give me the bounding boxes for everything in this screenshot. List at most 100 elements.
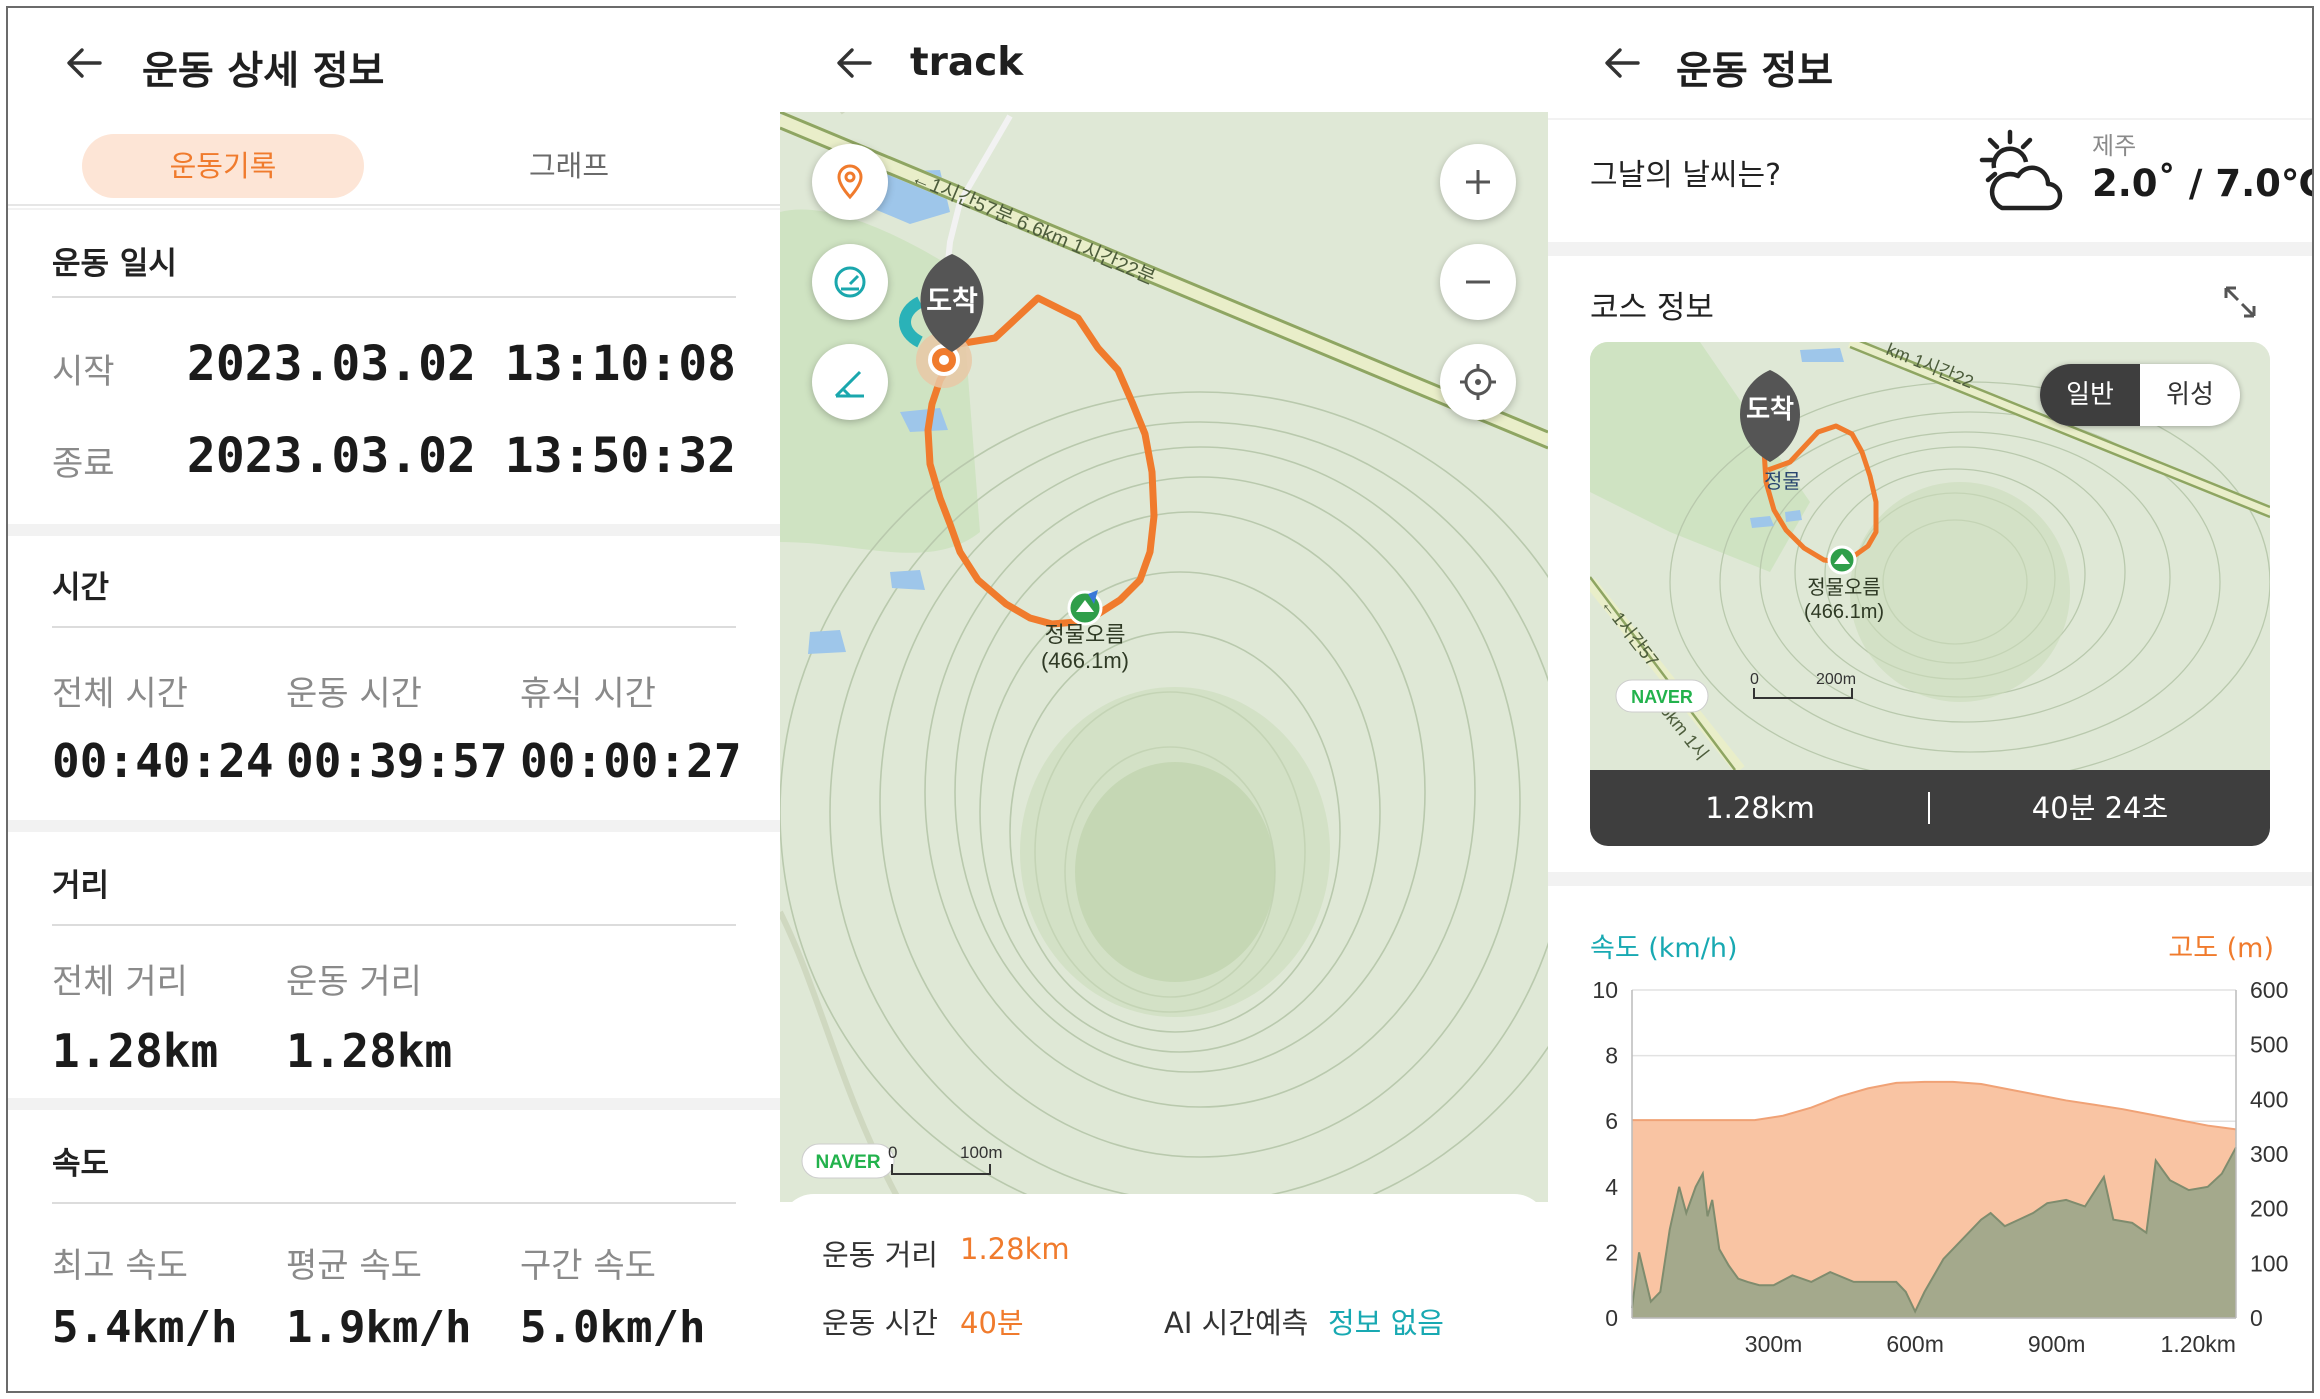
course-map[interactable]: km 1시간22 ←1시간57 6.6km 1시 정물오름 (466.1m) 정…	[1590, 342, 2270, 770]
time-label: 운동 시간	[822, 1306, 938, 1340]
end-label: 종료	[52, 444, 115, 484]
track-map-panel: track ←1시간57분 6.6km 1시간22분 정물오름 (466.1m)…	[780, 8, 1548, 1391]
course-duration: 40분 24초	[2031, 791, 2169, 825]
weather-location: 제주	[2092, 132, 2137, 160]
avg-speed-value: 1.9km/h	[286, 1302, 472, 1353]
crosshair-icon	[1460, 364, 1496, 400]
moving-distance-value: 1.28km	[286, 1024, 453, 1078]
max-speed-label: 최고 속도	[52, 1246, 188, 1286]
naver-logo: NAVER	[815, 1152, 880, 1173]
right-header: 운동 정보	[1548, 8, 2312, 118]
ai-prediction-label: AI 시간예측	[1164, 1306, 1309, 1340]
time-value: 40분	[960, 1306, 1024, 1340]
section-title: 코스 정보	[1590, 290, 1714, 326]
section-title: 시간	[52, 570, 110, 606]
distance-label: 운동 거리	[822, 1238, 938, 1272]
scale-label: 200m	[1816, 671, 1856, 688]
map-type-toggle: 일반 위성	[2040, 364, 2240, 426]
datetime-card: 운동 일시 시작 2023.03.02 13:10:08 종료 2023.03.…	[8, 210, 780, 524]
scale-label: 100m	[960, 1143, 1003, 1162]
course-summary-bar: 1.28km 40분 24초	[1590, 770, 2270, 846]
naver-logo: NAVER	[1631, 687, 1693, 707]
moving-time-value: 00:39:57	[286, 734, 508, 788]
zoom-out-button[interactable]	[1440, 244, 1516, 320]
tab-bar: 운동기록 그래프	[8, 128, 780, 208]
speed-tick-label: 4	[1605, 1174, 1618, 1200]
divider	[52, 296, 736, 298]
distance-tick-label: 300m	[1745, 1331, 1803, 1357]
rest-time-label: 휴식 시간	[520, 674, 656, 714]
expand-icon[interactable]	[2218, 280, 2262, 324]
my-location-button[interactable]	[1440, 344, 1516, 420]
distance-tick-label: 600m	[1886, 1331, 1944, 1357]
course-distance: 1.28km	[1705, 791, 1815, 825]
tab-graph[interactable]: 그래프	[438, 134, 700, 198]
section-title: 속도	[52, 1146, 110, 1182]
spring-label: 정물	[1764, 470, 1801, 493]
elevation-tick-label: 500	[2250, 1032, 2288, 1058]
speed-tick-label: 0	[1605, 1305, 1618, 1331]
back-arrow-icon[interactable]	[1600, 41, 1644, 85]
summary-sheet: 운동 거리 1.28km 운동 시간 40분 AI 시간예측 정보 없음	[780, 1194, 1548, 1391]
start-value: 2023.03.02 13:10:08	[186, 336, 736, 392]
elevation-tick-label: 0	[2250, 1305, 2263, 1331]
zoom-in-button[interactable]	[1440, 144, 1516, 220]
weather-question: 그날의 날씨는?	[1590, 158, 1782, 193]
tab-divider	[8, 204, 780, 206]
page-title: 운동 정보	[1676, 49, 1834, 94]
divider	[52, 626, 736, 628]
peak-height: (466.1m)	[1804, 601, 1884, 623]
max-speed-value: 5.4km/h	[52, 1302, 238, 1353]
tab-workout-record[interactable]: 운동기록	[82, 134, 364, 198]
total-distance-value: 1.28km	[52, 1024, 219, 1078]
divider	[52, 1202, 736, 1204]
distance-tick-label: 900m	[2028, 1331, 2086, 1357]
speed-tick-label: 6	[1605, 1108, 1618, 1134]
elevation-tick-label: 400	[2250, 1086, 2288, 1112]
page-title: track	[910, 40, 1024, 85]
distance-card: 거리 전체 거리 1.28km 운동 거리 1.28km	[8, 832, 780, 1098]
elevation-tick-label: 100	[2250, 1250, 2288, 1276]
distance-tick-label: 1.20km	[2161, 1331, 2236, 1357]
total-time-value: 00:40:24	[52, 734, 274, 788]
partly-cloudy-icon	[1979, 129, 2063, 211]
total-time-label: 전체 시간	[52, 674, 188, 714]
end-value: 2023.03.02 13:50:32	[186, 428, 736, 484]
left-header: 운동 상세 정보 운동기록 그래프	[8, 8, 780, 208]
back-arrow-icon[interactable]	[62, 41, 106, 85]
rest-time-value: 00:00:27	[520, 734, 742, 788]
elevation-tick-label: 600	[2250, 977, 2288, 1003]
elevation-tick-label: 300	[2250, 1141, 2288, 1167]
weather-card: 그날의 날씨는? 제주 2.0˚ / 7.0℃	[1548, 120, 2312, 242]
slope-button[interactable]	[812, 344, 888, 420]
speedometer-button[interactable]	[812, 244, 888, 320]
workout-detail-panel: 운동 상세 정보 운동기록 그래프 운동 일시 시작 2023.03.02 13…	[8, 8, 780, 1391]
peak-name: 정물오름	[1045, 622, 1126, 647]
page-title: 운동 상세 정보	[142, 49, 385, 94]
speed-elevation-chart: 10 8 6 4 2 0 600 500 400 300 200 100 0 300m 600m 900m 1.…	[1592, 977, 2288, 1357]
plus-icon	[1466, 170, 1490, 194]
location-pin-icon	[837, 164, 863, 200]
speed-tick-label: 10	[1592, 977, 1618, 1003]
divider	[52, 924, 736, 926]
start-label: 시작	[52, 352, 115, 392]
screenshot-frame: 운동 상세 정보 운동기록 그래프 운동 일시 시작 2023.03.02 13…	[6, 6, 2314, 1393]
speed-tick-label: 2	[1605, 1239, 1618, 1265]
lap-speed-value: 5.0km/h	[520, 1302, 706, 1353]
speed-card: 속도 최고 속도 5.4km/h 평균 속도 1.9km/h 구간 속도 5.0…	[8, 1110, 780, 1391]
total-distance-label: 전체 거리	[52, 962, 188, 1002]
speed-tick-label: 8	[1605, 1043, 1618, 1069]
scale-zero: 0	[1750, 671, 1759, 688]
slope-icon	[834, 370, 864, 398]
location-pin-button[interactable]	[812, 144, 888, 220]
track-map[interactable]: ←1시간57분 6.6km 1시간22분 정물오름 (466.1m) 도착 NA…	[780, 112, 1548, 1202]
scale-zero: 0	[888, 1143, 897, 1162]
moving-time-label: 운동 시간	[286, 674, 422, 714]
speedometer-icon	[834, 266, 866, 298]
map-type-normal[interactable]: 일반	[2040, 364, 2140, 426]
avg-speed-label: 평균 속도	[286, 1246, 422, 1286]
map-type-satellite[interactable]: 위성	[2140, 364, 2240, 426]
back-arrow-icon[interactable]	[832, 41, 876, 85]
peak-name: 정물오름	[1807, 576, 1881, 599]
arrive-label: 도착	[1746, 394, 1794, 424]
